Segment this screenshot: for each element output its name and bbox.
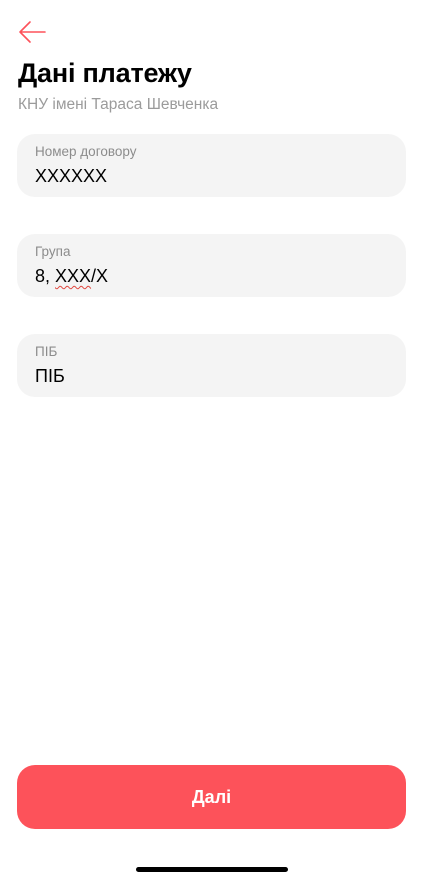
full-name-field[interactable]: ПІБ ПІБ [17, 334, 406, 397]
page-title: Дані платежу [18, 58, 192, 88]
full-name-value[interactable]: ПІБ [35, 365, 388, 387]
arrow-left-icon [19, 21, 46, 43]
group-value-suffix: /X [91, 266, 109, 286]
page-subtitle: КНУ імені Тараса Шевченка [18, 96, 219, 113]
contract-number-label: Номер договору [35, 144, 137, 159]
home-indicator [136, 867, 288, 872]
full-name-label: ПІБ [35, 344, 58, 359]
contract-number-field[interactable]: Номер договору XXXXXX [17, 134, 406, 197]
group-value[interactable]: 8, XXX/X [35, 265, 388, 287]
next-button[interactable]: Далі [17, 765, 406, 829]
group-field[interactable]: Група 8, XXX/X [17, 234, 406, 297]
back-button[interactable] [14, 16, 50, 48]
payment-details-screen: Дані платежу КНУ імені Тараса Шевченка Н… [0, 0, 423, 880]
group-value-prefix: 8, [35, 266, 56, 286]
group-label: Група [35, 244, 71, 259]
contract-number-value[interactable]: XXXXXX [35, 165, 388, 187]
spellcheck-underlined-text: XXX [55, 266, 92, 286]
